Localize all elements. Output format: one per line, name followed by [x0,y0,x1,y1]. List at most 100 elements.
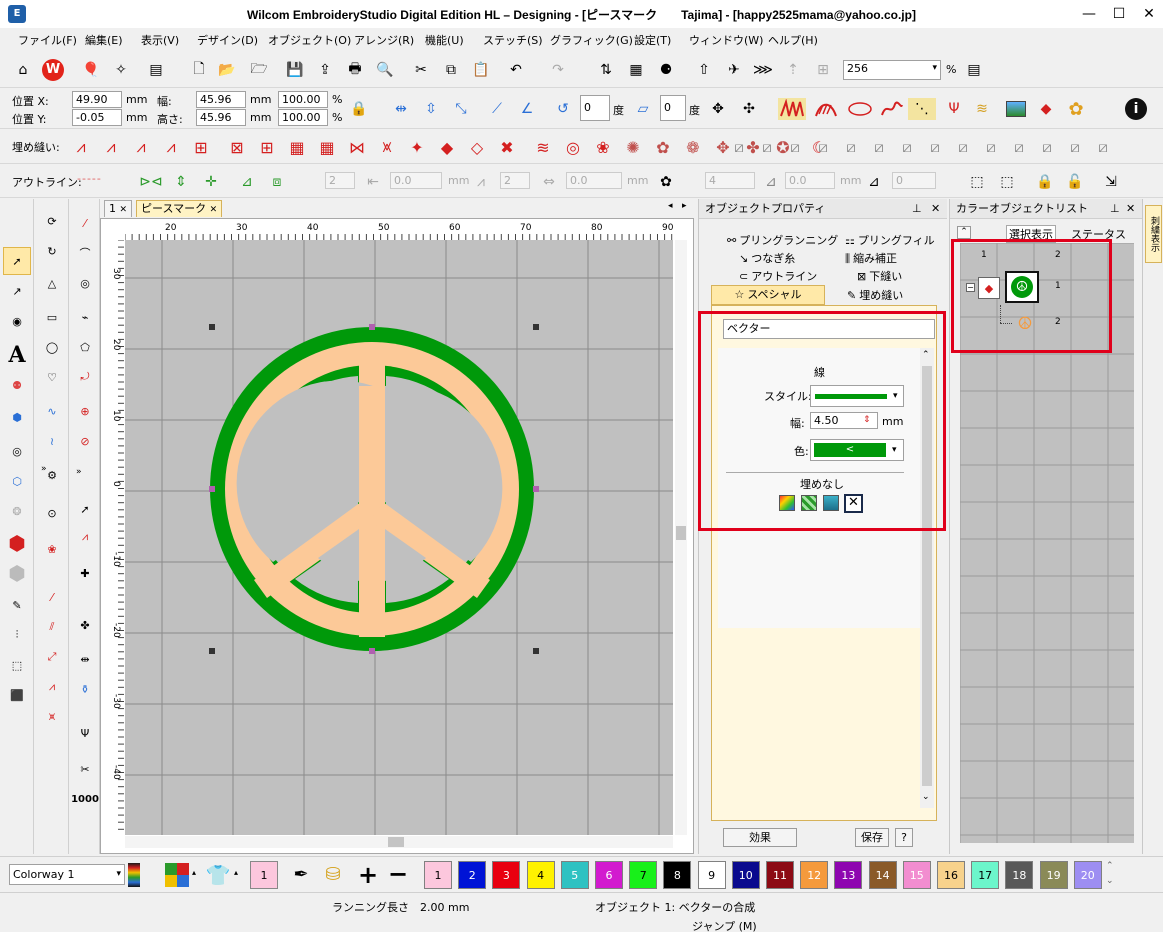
grid-fill-icon[interactable]: ⊠ [224,136,250,158]
selection-handle[interactable] [533,648,539,654]
selection-handle[interactable] [369,648,375,654]
palette-swatch-14[interactable]: 14 [868,861,897,889]
spread-icon[interactable]: ⇹ [71,645,99,673]
swirl-fill-icon[interactable]: ✺ [620,136,646,158]
stitch-types-icon[interactable]: ✿ [655,171,677,193]
target-icon[interactable]: ◎ [3,437,31,465]
mirror-diagonal-icon[interactable]: ⤡ [450,98,472,120]
collapse-button[interactable]: ⌃ [957,226,971,239]
hexagon-outline-icon[interactable]: ⬡ [3,467,31,495]
hexagon-gray-icon[interactable]: ⬢ [3,559,31,587]
leaf-fill-icon[interactable] [846,98,874,120]
rectangle-icon[interactable]: ▭ [38,303,66,331]
cross-hatch-fill-icon[interactable]: ✖ [494,136,520,158]
palette-swatch-7[interactable]: 7 [629,861,658,889]
mesh-fill-icon[interactable]: ⊞ [254,136,280,158]
compass-effect-icon[interactable]: ⧄ [952,136,974,158]
open-folder-icon[interactable]: 📂 [216,59,238,81]
palette-swatch-12[interactable]: 12 [800,861,829,889]
slant-icon[interactable]: ▱ [632,98,654,120]
curve-icon[interactable]: ∿ [38,397,66,425]
mirror-vertical-icon[interactable]: ⇳ [420,98,442,120]
selection-handle[interactable] [209,324,215,330]
close-icon[interactable]: ✕ [210,205,218,215]
help-button[interactable]: ? [895,828,913,847]
menu-function[interactable]: 機能(U) [425,32,464,48]
palette-swatch-20[interactable]: 20 [1073,861,1102,889]
fast-forward-icon[interactable]: ⋙ [752,59,774,81]
path-icon[interactable]: ⌁ [71,303,99,331]
effects-button[interactable]: 効果 [723,828,797,847]
flower-icon[interactable]: ✿ [1063,98,1089,120]
frame-icon[interactable]: ⧈ [266,171,288,193]
dotted-line-icon[interactable]: ⋱ [908,98,936,120]
polygon-icon[interactable]: ⬠ [71,333,99,361]
side-tab-embroidery-view[interactable]: 刺繍表示 [1145,205,1162,263]
scissors-tool-icon[interactable]: ✂ [71,755,99,783]
triangle-fill-fill-icon[interactable]: ◇ [464,136,490,158]
travel-icon[interactable]: ⇧ [693,59,715,81]
ellipse-icon[interactable]: ◯ [38,333,66,361]
align-center-icon[interactable]: ✛ [200,171,222,193]
scale-x-input[interactable]: 100.00 [278,91,328,108]
digitize-open-icon[interactable]: ⟳ [38,207,66,235]
mirror-horizontal-icon[interactable]: ⇹ [390,98,412,120]
selection-handle[interactable] [533,486,539,492]
menu-view[interactable]: 表示(V) [141,32,179,48]
spiral-fill-icon[interactable]: ◎ [560,136,586,158]
menu-object[interactable]: オブジェクト(O) [268,32,351,48]
paint-bucket-icon[interactable]: ⛁ [320,862,346,888]
ornament-fill-icon[interactable]: ❀ [590,136,616,158]
cut-icon[interactable]: ✂ [410,59,432,81]
wilcom-logo-icon[interactable]: W [42,59,64,81]
tab-outline[interactable]: ⊂ アウトライン [739,268,817,285]
close-button[interactable]: ✕ [1137,4,1161,24]
tab-pull-running[interactable]: ⚯ プリングランニング [727,232,838,249]
tab-scroll-left-icon[interactable]: ◂ [668,201,673,211]
browse-icon[interactable]: 🗁 [248,59,270,81]
lace-fill-icon[interactable]: ❁ [680,136,706,158]
menu-file[interactable]: ファイル(F) [18,32,77,48]
design-canvas[interactable] [125,240,673,835]
palette-swatch-13[interactable]: 13 [834,861,863,889]
current-color-swatch[interactable]: 1 [250,861,278,889]
more-arrow-icon[interactable]: » [41,464,47,474]
unlock-icon[interactable]: 🔓 [1064,171,1086,193]
align-horizontal-icon[interactable]: ⊳⊲ [139,171,162,193]
backstitch-icon[interactable]: ⤢ [38,643,66,671]
net-fill-icon[interactable]: ⋈ [344,136,370,158]
tab-underlay[interactable]: ⊠ 下縫い [857,268,902,285]
chevron-down-icon[interactable]: ▴ [234,868,238,877]
palette-swatch-18[interactable]: 18 [1005,861,1034,889]
peace-mark-design[interactable] [209,324,539,654]
color-balls-icon[interactable]: ⚈ [655,59,677,81]
node-edit-icon[interactable]: ◉ [3,307,31,335]
transform-icon[interactable]: ✣ [738,98,760,120]
select-arrow-icon[interactable]: ➚ [3,247,31,275]
selection-handle[interactable] [533,324,539,330]
leaf-effect-icon[interactable]: ⧄ [1008,136,1030,158]
stipple-fill-icon[interactable]: ⩙ [374,136,400,158]
menu-stitch[interactable]: ステッチ(S) [483,32,543,48]
arc-icon[interactable]: ⌒ [71,239,99,267]
pinwheel-effect-icon[interactable]: ⧄ [924,136,946,158]
menu-edit[interactable]: 編集(E) [85,32,123,48]
undo-icon[interactable]: ↶ [505,59,527,81]
redo-icon[interactable]: ↷ [547,59,569,81]
select-group-icon[interactable]: ⬚ [996,171,1018,193]
skew-icon[interactable]: ⟋ [486,98,508,120]
selection-handle[interactable] [209,486,215,492]
colorway-strip-icon[interactable] [128,863,140,887]
curtain-effect-icon[interactable]: ⧄ [784,136,806,158]
team-names-icon[interactable]: ⚉ [3,371,31,399]
stack-icon[interactable]: ▤ [145,59,167,81]
digitize-closed-icon[interactable]: ↻ [38,237,66,265]
menu-graphic[interactable]: グラフィック(G) [550,32,633,48]
fish-icon[interactable]: ≋ [968,98,996,120]
wand-icon[interactable]: ✧ [110,59,132,81]
zigzag-fill-icon[interactable]: ⩘ [128,136,154,158]
climb-icon[interactable]: ⇡ [782,59,804,81]
split-icon[interactable]: ⊕ [71,397,99,425]
tab-scroll-right-icon[interactable]: ▸ [682,201,687,211]
number-1000-icon[interactable]: 1000 [71,785,99,813]
